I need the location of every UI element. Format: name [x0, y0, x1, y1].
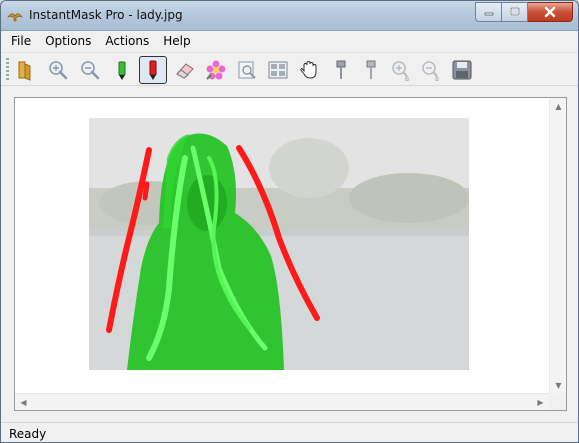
pan-button[interactable] — [295, 56, 323, 84]
scroll-right-icon[interactable]: ▶ — [532, 394, 549, 411]
layout-button[interactable] — [264, 56, 292, 84]
menu-file[interactable]: File — [4, 34, 38, 48]
image-canvas[interactable] — [15, 98, 549, 394]
brush-zoom-in-button[interactable]: B — [387, 56, 415, 84]
brush-button[interactable] — [327, 56, 355, 84]
status-bar: Ready — [1, 422, 578, 442]
auto-mask-button[interactable] — [202, 56, 230, 84]
red-marker-button[interactable] — [139, 56, 167, 84]
scroll-down-icon[interactable]: ▼ — [550, 377, 567, 394]
brush-alt-button[interactable] — [357, 56, 385, 84]
image-canvas-frame: ▲ ▼ ◀ ▶ — [14, 97, 567, 411]
brush-zoom-out-icon: B — [422, 61, 439, 81]
save-icon — [452, 60, 472, 80]
minimize-icon — [484, 12, 493, 16]
zoom-out-button[interactable] — [76, 56, 104, 84]
eraser-button[interactable] — [171, 56, 199, 84]
minimize-button[interactable] — [475, 2, 502, 22]
maximize-button[interactable] — [502, 2, 528, 22]
zoom-in-button[interactable] — [44, 56, 72, 84]
eraser-icon — [176, 63, 194, 79]
svg-text:B: B — [435, 76, 439, 81]
horizontal-scrollbar[interactable]: ◀ ▶ — [15, 393, 549, 410]
scroll-corner — [549, 393, 566, 410]
brush-icon — [336, 60, 346, 79]
red-marker-icon — [149, 60, 157, 80]
hand-pan-icon — [300, 60, 317, 79]
svg-text:B: B — [405, 76, 409, 81]
preview-button[interactable] — [233, 56, 261, 84]
flower-icon — [206, 60, 226, 80]
green-marker-button[interactable] — [108, 56, 136, 84]
brush-alt-icon — [366, 60, 376, 79]
scroll-left-icon[interactable]: ◀ — [15, 394, 32, 411]
maximize-icon — [509, 7, 520, 16]
close-icon — [544, 6, 556, 18]
preview-icon — [238, 61, 256, 79]
vertical-scrollbar[interactable]: ▲ ▼ — [549, 98, 566, 394]
menu-actions[interactable]: Actions — [98, 34, 156, 48]
open-button[interactable] — [12, 56, 40, 84]
window-title: InstantMask Pro - lady.jpg — [29, 8, 183, 22]
brush-zoom-in-icon: B — [392, 61, 409, 81]
toolbar: B B — [1, 52, 578, 86]
menu-bar: File Options Actions Help — [1, 31, 578, 51]
green-marker-icon — [118, 61, 126, 80]
app-window: InstantMask Pro - lady.jpg File Options … — [0, 0, 579, 443]
masked-photo[interactable] — [89, 118, 469, 370]
close-button[interactable] — [528, 2, 573, 22]
save-button[interactable] — [448, 56, 476, 84]
scroll-up-icon[interactable]: ▲ — [550, 98, 567, 115]
menu-help[interactable]: Help — [156, 34, 197, 48]
zoom-out-icon — [81, 61, 100, 80]
menu-options[interactable]: Options — [38, 34, 98, 48]
title-bar[interactable]: InstantMask Pro - lady.jpg — [1, 1, 578, 31]
layout-icon — [268, 61, 288, 79]
open-folder-icon — [18, 61, 31, 81]
status-text: Ready — [9, 426, 47, 441]
bird-logo-icon — [7, 9, 23, 23]
zoom-in-icon — [49, 61, 68, 80]
brush-zoom-out-button[interactable]: B — [417, 56, 445, 84]
toolbar-grip[interactable] — [6, 58, 9, 82]
